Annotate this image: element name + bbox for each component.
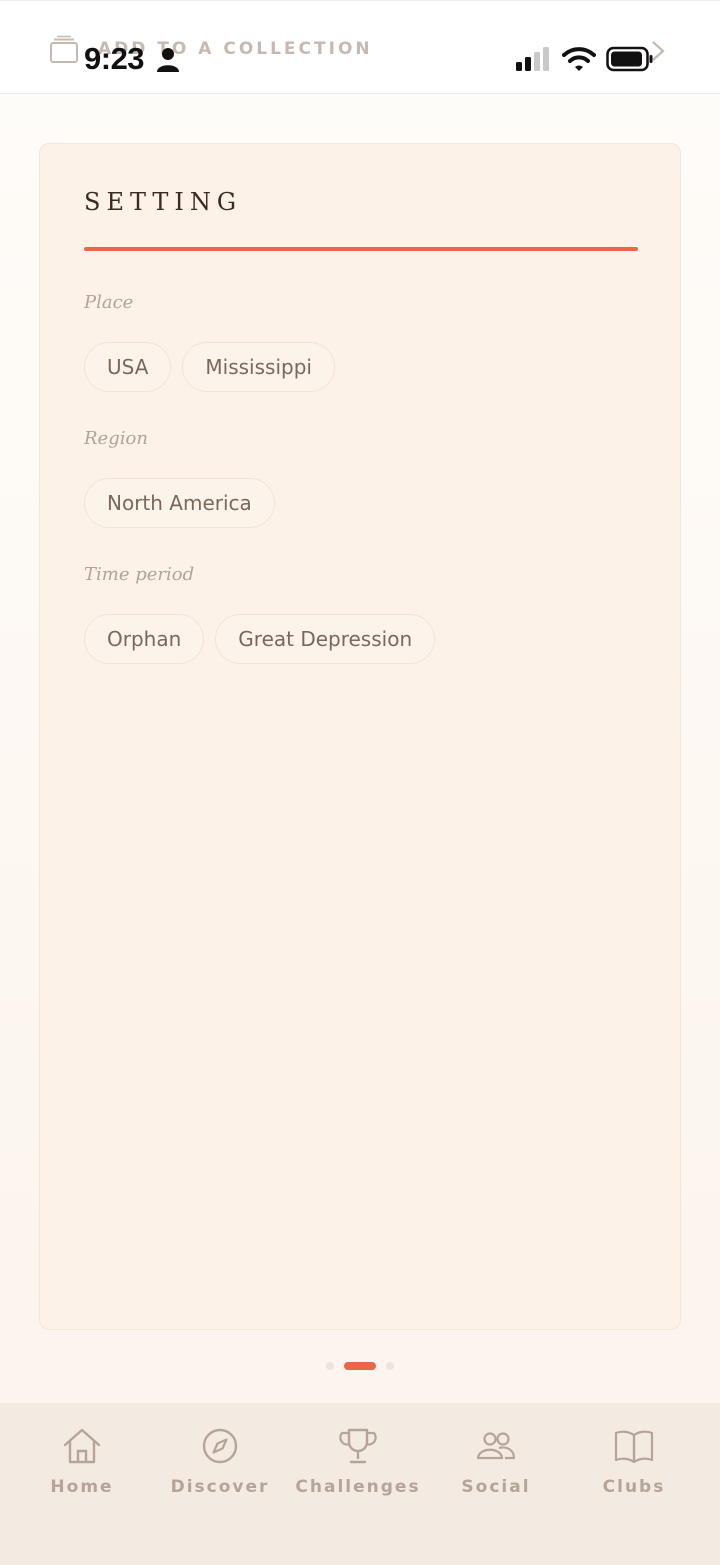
status-time: 9:23	[84, 41, 145, 76]
section-label-time-period: Time period	[84, 564, 195, 585]
nav-label-challenges: Challenges	[295, 1477, 421, 1497]
nav-label-clubs: Clubs	[602, 1477, 666, 1497]
time-period-chip-row: Orphan Great Depression	[84, 614, 436, 664]
compass-icon	[202, 1428, 238, 1464]
chip-orphan[interactable]: Orphan	[84, 614, 205, 664]
nav-label-social: Social	[461, 1477, 531, 1497]
page-indicator	[0, 1360, 720, 1372]
cellular-signal-icon	[516, 47, 549, 71]
setting-card: SETTING Place USA Mississippi Region Nor…	[39, 143, 681, 1330]
person-icon	[157, 48, 179, 72]
nav-label-discover: Discover	[170, 1477, 270, 1497]
title-underline	[84, 247, 638, 251]
page-dot[interactable]	[326, 1362, 334, 1370]
book-icon	[614, 1430, 654, 1464]
chip-great-depression[interactable]: Great Depression	[215, 614, 436, 664]
bottom-nav: Home Discover Challenges Social Clubs	[0, 1403, 720, 1565]
chip-usa[interactable]: USA	[84, 342, 172, 392]
home-icon	[63, 1428, 101, 1464]
nav-item-social[interactable]: Social	[427, 1425, 565, 1505]
place-chip-row: USA Mississippi	[84, 342, 335, 392]
page-dot-active[interactable]	[344, 1362, 376, 1370]
card-title: SETTING	[84, 188, 243, 216]
section-label-place: Place	[84, 292, 134, 313]
trophy-icon	[339, 1428, 377, 1464]
nav-label-home: Home	[50, 1477, 114, 1497]
nav-item-challenges[interactable]: Challenges	[289, 1425, 427, 1505]
region-chip-row: North America	[84, 478, 275, 528]
nav-item-clubs[interactable]: Clubs	[565, 1425, 703, 1505]
battery-icon	[606, 46, 653, 72]
page-dot[interactable]	[386, 1362, 394, 1370]
nav-item-discover[interactable]: Discover	[151, 1425, 289, 1505]
section-label-region: Region	[84, 428, 148, 449]
stack-icon[interactable]	[48, 35, 80, 65]
chip-mississippi[interactable]: Mississippi	[182, 342, 335, 392]
wifi-icon	[562, 47, 596, 71]
nav-item-home[interactable]: Home	[13, 1425, 151, 1505]
top-header: ADD TO A COLLECTION 9:23	[0, 0, 720, 94]
people-icon	[476, 1432, 516, 1460]
chip-north-america[interactable]: North America	[84, 478, 275, 528]
